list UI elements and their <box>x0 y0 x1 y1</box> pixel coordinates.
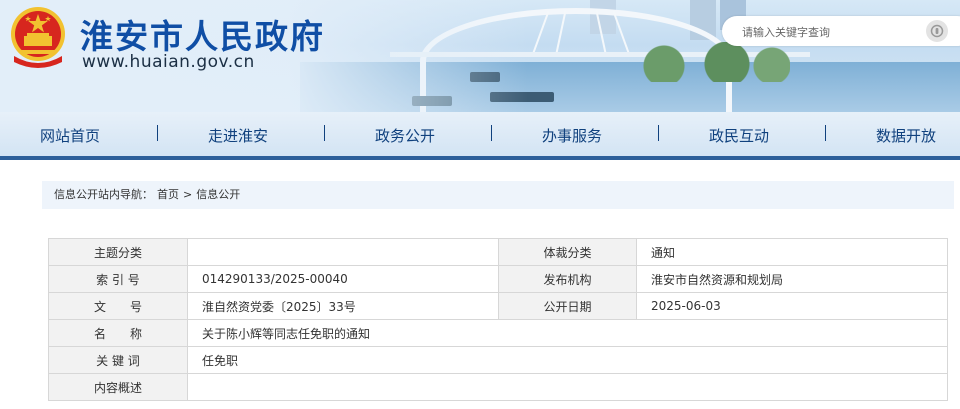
search-input[interactable] <box>740 21 924 43</box>
keyword-label: 关 键 词 <box>48 346 188 374</box>
keyword-value: 任免职 <box>187 346 948 374</box>
topic-label: 主题分类 <box>48 238 188 266</box>
search-button[interactable] <box>926 20 948 42</box>
main-nav: 网站首页 走进淮安 政务公开 办事服务 政民互动 数据开放 <box>0 112 960 160</box>
docno-label: 文 号 <box>48 292 188 320</box>
national-emblem-icon <box>11 7 65 68</box>
nav-item-about[interactable]: 走进淮安 <box>208 125 268 146</box>
nav-separator <box>157 125 158 141</box>
document-info-table: 主题分类 体裁分类 通知 索 引 号 014290133/2025-00040 … <box>48 238 948 401</box>
date-value: 2025-06-03 <box>636 292 948 320</box>
breadcrumb-home[interactable]: 首页 <box>157 188 179 201</box>
genre-value: 通知 <box>636 238 948 266</box>
nav-item-home[interactable]: 网站首页 <box>40 125 100 146</box>
nav-item-services[interactable]: 办事服务 <box>542 125 602 146</box>
table-row: 关 键 词 任免职 <box>48 346 948 374</box>
nav-separator <box>658 125 659 141</box>
breadcrumb: 信息公开站内导航： 首页 > 信息公开 <box>42 181 954 209</box>
table-row: 内容概述 <box>48 373 948 401</box>
table-row: 索 引 号 014290133/2025-00040 发布机构 淮安市自然资源和… <box>48 265 948 293</box>
index-value: 014290133/2025-00040 <box>187 265 499 293</box>
breadcrumb-current[interactable]: 信息公开 <box>196 188 240 201</box>
summary-label: 内容概述 <box>48 373 188 401</box>
breadcrumb-label: 信息公开站内导航： <box>54 188 153 201</box>
table-row: 文 号 淮自然资党委〔2025〕33号 公开日期 2025-06-03 <box>48 292 948 320</box>
nav-item-open-data[interactable]: 数据开放 <box>876 125 936 146</box>
site-title[interactable]: 淮安市人民政府 <box>80 10 325 58</box>
index-label: 索 引 号 <box>48 265 188 293</box>
topic-value <box>187 238 499 266</box>
nav-separator <box>491 125 492 141</box>
summary-value <box>187 373 948 401</box>
search-icon <box>930 24 944 38</box>
breadcrumb-separator: > <box>183 188 193 201</box>
docno-value: 淮自然资党委〔2025〕33号 <box>187 292 499 320</box>
site-url[interactable]: www.huaian.gov.cn <box>82 52 255 72</box>
issuer-label: 发布机构 <box>498 265 637 293</box>
search-box <box>722 16 960 46</box>
nav-item-gov-info[interactable]: 政务公开 <box>375 125 435 146</box>
name-label: 名 称 <box>48 319 188 347</box>
nav-separator <box>324 125 325 141</box>
nav-separator <box>825 125 826 141</box>
header-banner: 淮安市人民政府 www.huaian.gov.cn <box>0 0 960 112</box>
date-label: 公开日期 <box>498 292 637 320</box>
name-value: 关于陈小辉等同志任免职的通知 <box>187 319 948 347</box>
genre-label: 体裁分类 <box>498 238 637 266</box>
table-row: 主题分类 体裁分类 通知 <box>48 238 948 266</box>
issuer-value: 淮安市自然资源和规划局 <box>636 265 948 293</box>
nav-item-interaction[interactable]: 政民互动 <box>709 125 769 146</box>
table-row: 名 称 关于陈小辉等同志任免职的通知 <box>48 319 948 347</box>
